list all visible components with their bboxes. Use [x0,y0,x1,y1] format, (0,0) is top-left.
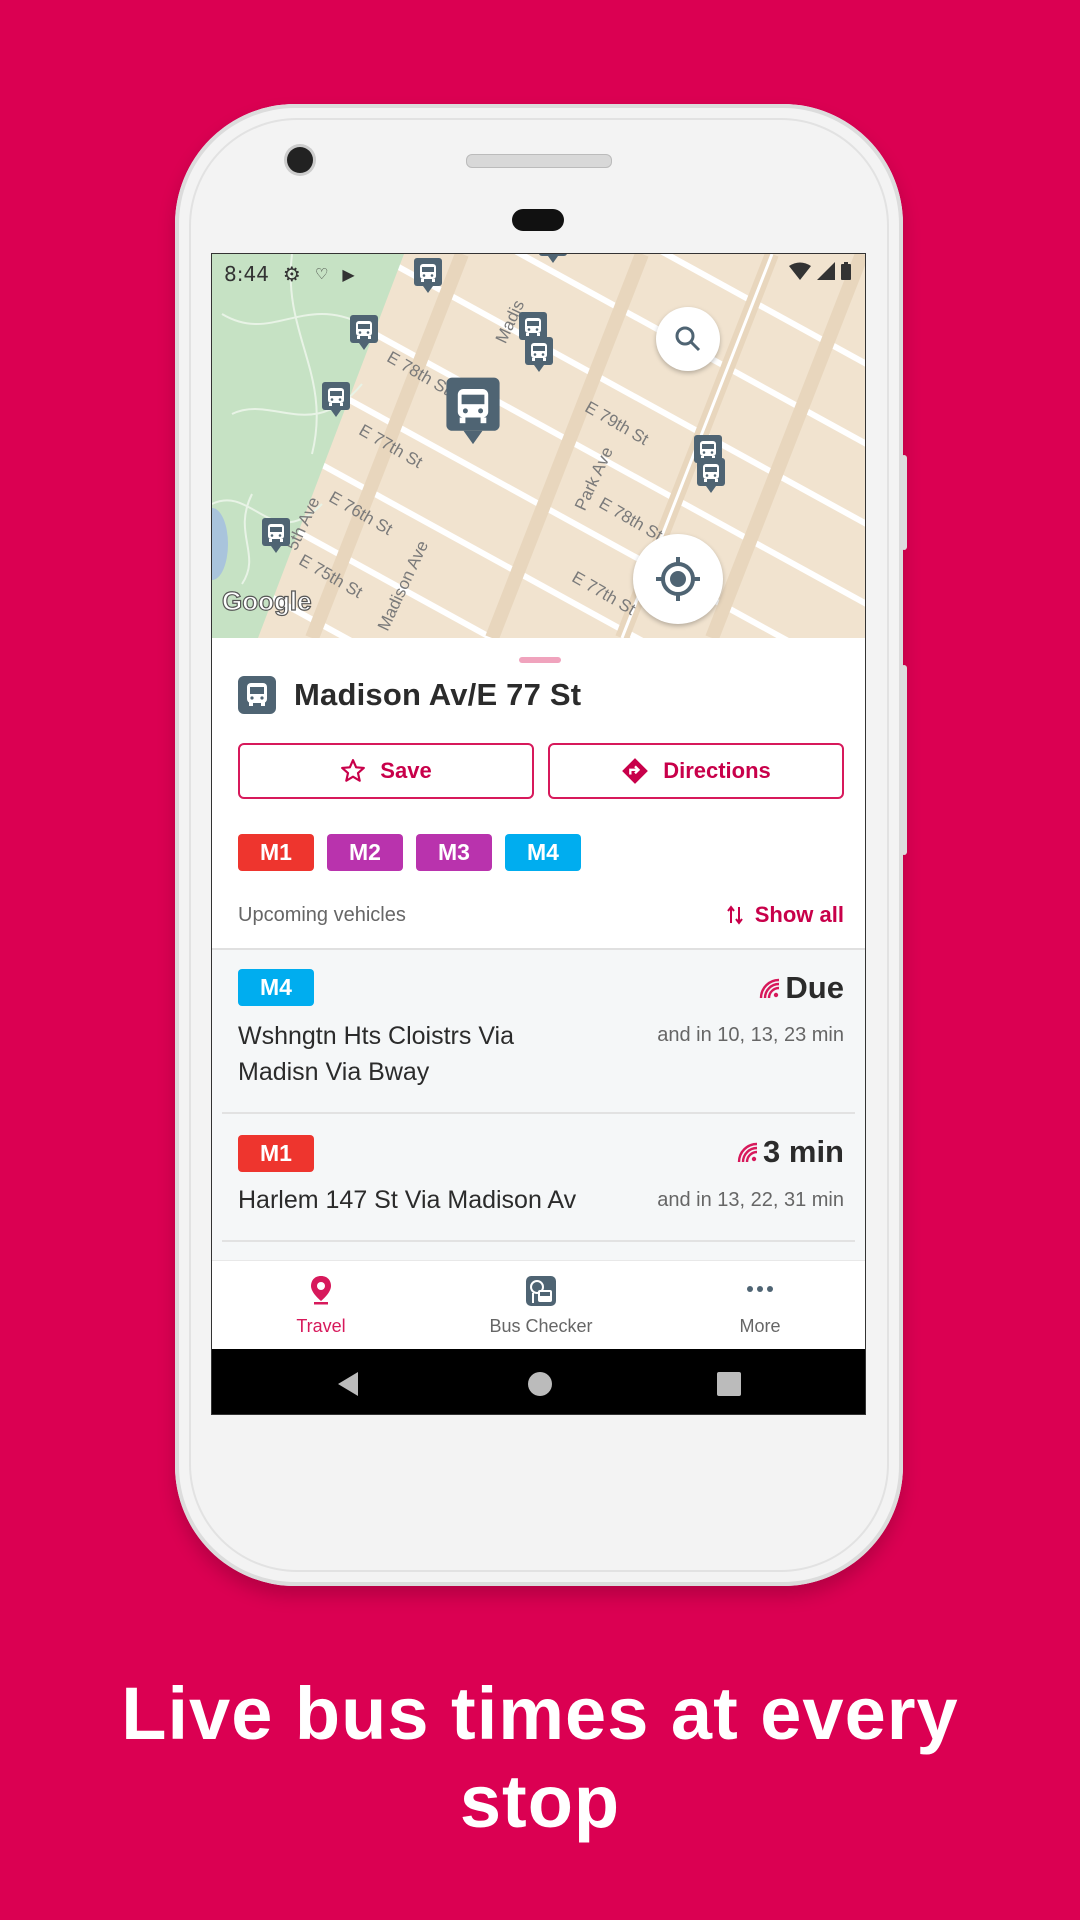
status-bar: 8:44 ⚙ ♡ ▶ [212,254,865,294]
live-signal-icon [760,978,780,999]
eta: 3 min [735,1134,844,1170]
nav-more[interactable]: More [660,1261,860,1350]
show-all-label: Show all [754,902,844,927]
bus-stop-icon [238,676,276,714]
caption-line: Live bus times at every [121,1672,959,1755]
status-time: 8:44 [224,262,269,286]
save-button[interactable]: Save [238,743,534,799]
destination-line: Madisn Via Bway [238,1058,430,1086]
nav-travel[interactable]: Travel [221,1261,421,1350]
signal-icon [817,262,835,280]
departure-row[interactable]: M4 Wshngtn Hts Cloistrs Via Madisn Via Bw… [212,950,865,1114]
more-dots-icon [747,1286,773,1292]
show-all-button[interactable]: Show all [726,902,844,928]
map-view[interactable]: E 78th StE 77th StE 76th StE 75th StE 79… [212,254,866,638]
route-chip-m4[interactable]: M4 [505,834,581,871]
drag-handle[interactable] [519,657,561,663]
google-attribution: Google [222,586,312,616]
crosshair-location-icon [656,557,700,601]
wifi-icon [789,262,811,280]
speaker-grille [466,154,612,168]
directions-label: Directions [663,758,771,783]
upcoming-vehicles-label: Upcoming vehicles [238,904,406,926]
more-times: and in 10, 13, 23 min [657,1024,844,1046]
departures-list: M4 Wshngtn Hts Cloistrs Via Madisn Via Bw… [212,948,865,1266]
earpiece [512,209,564,231]
search-button[interactable] [656,307,720,371]
home-icon[interactable] [527,1371,553,1397]
divider [222,1240,855,1242]
nav-label: Travel [296,1316,346,1336]
star-icon [341,759,366,782]
recents-icon[interactable] [717,1372,741,1396]
directions-icon [622,758,649,784]
destination-line: Wshngtn Hts Cloistrs Via [238,1022,515,1050]
more-times: and in 13, 22, 31 min [657,1189,844,1211]
nav-label: More [739,1316,781,1336]
nav-label: Bus Checker [489,1316,593,1336]
stop-bottom-sheet: Madison Av/E 77 St Save Directions M1 M2… [212,638,865,1266]
nav-bus-checker[interactable]: Bus Checker [441,1261,641,1350]
bus-stop-icon [526,1276,556,1306]
eta-value: Due [785,970,844,1005]
route-chip-m3[interactable]: M3 [416,834,492,871]
my-location-button[interactable] [633,534,723,624]
live-signal-icon [737,1142,758,1163]
save-label: Save [380,758,432,783]
location-pin-icon [311,1276,331,1305]
settings-icon: ⚙ [282,262,301,286]
power-button [901,665,907,855]
system-navigation-bar [212,1349,865,1414]
eta-value: 3 min [763,1134,844,1169]
route-chip-m2[interactable]: M2 [327,834,403,871]
route-chip: M1 [238,1135,314,1172]
volume-button [901,455,907,550]
bottom-navigation: Travel Bus Checker More [212,1260,865,1350]
stop-name: Madison Av/E 77 St [294,677,582,712]
caption-line: stop [459,1760,621,1843]
destination: Wshngtn Hts Cloistrs Via Madisn Via Bway [238,1018,514,1090]
departure-row[interactable]: M1 Harlem 147 St Via Madison Av 3 min an… [212,1114,865,1242]
promo-caption: Live bus times at every stop [0,1670,1080,1846]
battery-icon [841,262,851,280]
route-chip: M4 [238,969,314,1006]
route-chips: M1 M2 M3 M4 [238,834,581,871]
sort-arrows-icon [726,905,743,925]
notification-icon: ♡ [314,265,329,283]
phone-screen: E 78th St E 77th St E 76th St E 75th St E 79… [211,253,866,1415]
search-icon [675,326,701,352]
eta: Due [757,970,844,1006]
back-icon[interactable] [336,1371,360,1397]
directions-button[interactable]: Directions [548,743,844,799]
destination: Harlem 147 St Via Madison Av [238,1182,576,1218]
play-store-icon: ▶ [342,264,355,284]
destination-line: Harlem 147 St Via Madison Av [238,1186,577,1214]
route-chip-m1[interactable]: M1 [238,834,314,871]
front-camera [287,147,313,173]
